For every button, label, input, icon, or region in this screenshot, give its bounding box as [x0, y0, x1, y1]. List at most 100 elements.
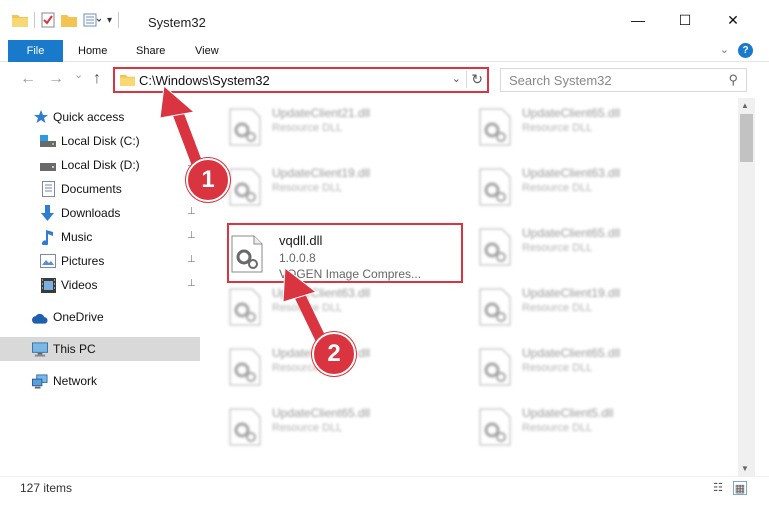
list-item[interactable]: UpdateClient5.dll Resource DLL — [477, 400, 707, 456]
sidebar-item-documents[interactable]: Documents ⊥ — [0, 177, 200, 201]
file-name: UpdateClient63.dll — [272, 286, 371, 300]
scroll-up-icon[interactable]: ▲ — [741, 101, 749, 110]
vertical-scrollbar[interactable]: ▲ ▼ — [738, 98, 755, 476]
window-title: System32 — [148, 15, 206, 30]
properties-icon[interactable] — [41, 12, 55, 28]
list-item[interactable]: UpdateClient21.dll Resource DLL — [227, 100, 457, 156]
address-bar[interactable]: C:\Windows\System32 ⌄ ↻ — [113, 67, 489, 93]
sidebar-item-videos[interactable]: Videos ⊥ — [0, 273, 200, 297]
dll-file-icon — [229, 108, 261, 146]
qat-separator — [118, 12, 120, 28]
search-icon[interactable]: ⚲ — [728, 72, 738, 88]
list-item[interactable]: UpdateClient19.dll Resource DLL — [477, 280, 707, 336]
dll-file-icon — [479, 108, 511, 146]
customize-view-icon[interactable] — [83, 13, 101, 27]
sidebar-item-label: Pictures — [61, 254, 105, 268]
file-name: UpdateClient19.dll — [272, 166, 371, 180]
sidebar-item-pictures[interactable]: Pictures ⊥ — [0, 249, 200, 273]
qat-separator — [34, 12, 35, 28]
tab-file[interactable]: File — [8, 40, 63, 62]
tab-view[interactable]: View — [195, 40, 219, 62]
sidebar-item-label: Music — [61, 230, 93, 244]
pin-icon: ⊥ — [187, 134, 196, 145]
forward-button[interactable]: → — [48, 70, 64, 88]
quick-access-toolbar: ▾ — [12, 12, 120, 28]
maximize-button[interactable]: ☐ — [662, 0, 708, 40]
sidebar-item-this-pc[interactable]: This PC — [0, 337, 200, 361]
minimize-button[interactable]: — — [615, 0, 661, 40]
list-item[interactable]: UpdateClient19.dll Resource DLL — [227, 160, 457, 216]
folder-icon — [12, 15, 28, 27]
sidebar-item-label: OneDrive — [53, 310, 104, 324]
details-view-icon[interactable]: ☷ — [711, 481, 725, 495]
sidebar-item-label: Downloads — [61, 206, 121, 220]
qat-dropdown-icon[interactable]: ▾ — [107, 15, 112, 26]
scrollbar-thumb[interactable] — [740, 114, 753, 162]
network-icon — [32, 373, 48, 389]
drive-icon — [40, 133, 56, 149]
scroll-down-icon[interactable]: ▼ — [741, 464, 749, 473]
pin-icon: ⊥ — [187, 230, 196, 241]
dll-file-icon — [479, 228, 511, 266]
sidebar-item-quick-access[interactable]: Quick access — [0, 105, 200, 129]
list-item[interactable]: UpdateClient65.dll Resource DLL — [477, 340, 707, 396]
music-icon — [40, 229, 56, 245]
status-bar: 127 items ☷ ▦ — [0, 476, 769, 498]
address-path[interactable]: C:\Windows\System32 — [139, 73, 270, 88]
tab-share[interactable]: Share — [136, 40, 165, 62]
dll-file-icon — [229, 168, 261, 206]
pictures-icon — [40, 253, 56, 269]
sidebar-item-label: Network — [53, 374, 98, 388]
file-type: Resource DLL — [272, 122, 343, 134]
close-button[interactable]: ✕ — [710, 0, 756, 40]
large-icons-view-icon[interactable]: ▦ — [733, 481, 747, 495]
star-icon — [33, 109, 49, 125]
videos-icon — [40, 277, 56, 293]
file-type: Resource DLL — [522, 362, 593, 374]
sidebar-item-music[interactable]: Music ⊥ — [0, 225, 200, 249]
file-list: UpdateClient21.dll Resource DLL UpdateCl… — [205, 98, 738, 476]
dll-file-icon — [479, 348, 511, 386]
file-type: Resource DLL — [272, 302, 343, 314]
file-name: UpdateClient21.dll — [272, 106, 371, 120]
file-type: Resource DLL — [522, 122, 593, 134]
search-input[interactable]: Search System32 — [509, 73, 612, 88]
dll-file-icon — [479, 288, 511, 326]
search-box[interactable]: Search System32 ⚲ — [500, 68, 747, 92]
new-folder-icon[interactable] — [61, 13, 77, 27]
recent-locations-button[interactable]: ⌄ — [74, 68, 83, 81]
help-icon[interactable]: ? — [738, 43, 753, 58]
address-dropdown-icon[interactable]: ⌄ — [452, 72, 461, 85]
list-item[interactable]: UpdateClient65.dll Resource DLL — [227, 400, 457, 456]
back-button[interactable]: ← — [20, 70, 36, 88]
sidebar-item-label: Local Disk (C:) — [61, 134, 140, 148]
navigation-pane: Quick access Local Disk (C:) ⊥ Local Dis… — [0, 98, 205, 476]
file-name: UpdateClient19.dll — [522, 286, 621, 300]
list-item[interactable]: UpdateClient63.dll Resource DLL — [227, 280, 457, 336]
dll-file-icon — [479, 408, 511, 446]
file-name: UpdateClient65.dll — [522, 226, 621, 240]
file-type: Resource DLL — [522, 302, 593, 314]
up-button[interactable]: ↑ — [93, 70, 101, 88]
sidebar-item-downloads[interactable]: Downloads ⊥ — [0, 201, 200, 225]
step-2-badge: 2 — [312, 332, 356, 376]
pin-icon: ⊥ — [187, 206, 196, 217]
dll-file-icon — [229, 348, 261, 386]
ribbon-expand-icon[interactable]: ⌄ — [720, 43, 729, 56]
sidebar-item-network[interactable]: Network — [0, 369, 200, 393]
file-type: Resource DLL — [522, 182, 593, 194]
sidebar-item-local-disk-c[interactable]: Local Disk (C:) ⊥ — [0, 129, 200, 153]
list-item[interactable]: UpdateClient65.dll Resource DLL — [477, 220, 707, 276]
list-item[interactable]: UpdateClient63.dll Resource DLL — [477, 160, 707, 216]
sidebar-item-local-disk-d[interactable]: Local Disk (D:) ⊥ — [0, 153, 200, 177]
pin-icon: ⊥ — [187, 254, 196, 265]
file-name: UpdateClient65.dll — [522, 106, 621, 120]
documents-icon — [40, 181, 56, 197]
list-item[interactable]: UpdateClient65.dll Resource DLL — [477, 100, 707, 156]
refresh-icon[interactable]: ↻ — [466, 71, 483, 88]
sidebar-item-label: Local Disk (D:) — [61, 158, 140, 172]
tab-home[interactable]: Home — [78, 40, 107, 62]
sidebar-item-onedrive[interactable]: OneDrive — [0, 305, 200, 329]
downloads-icon — [39, 205, 55, 221]
sidebar-item-label: Quick access — [53, 110, 125, 124]
